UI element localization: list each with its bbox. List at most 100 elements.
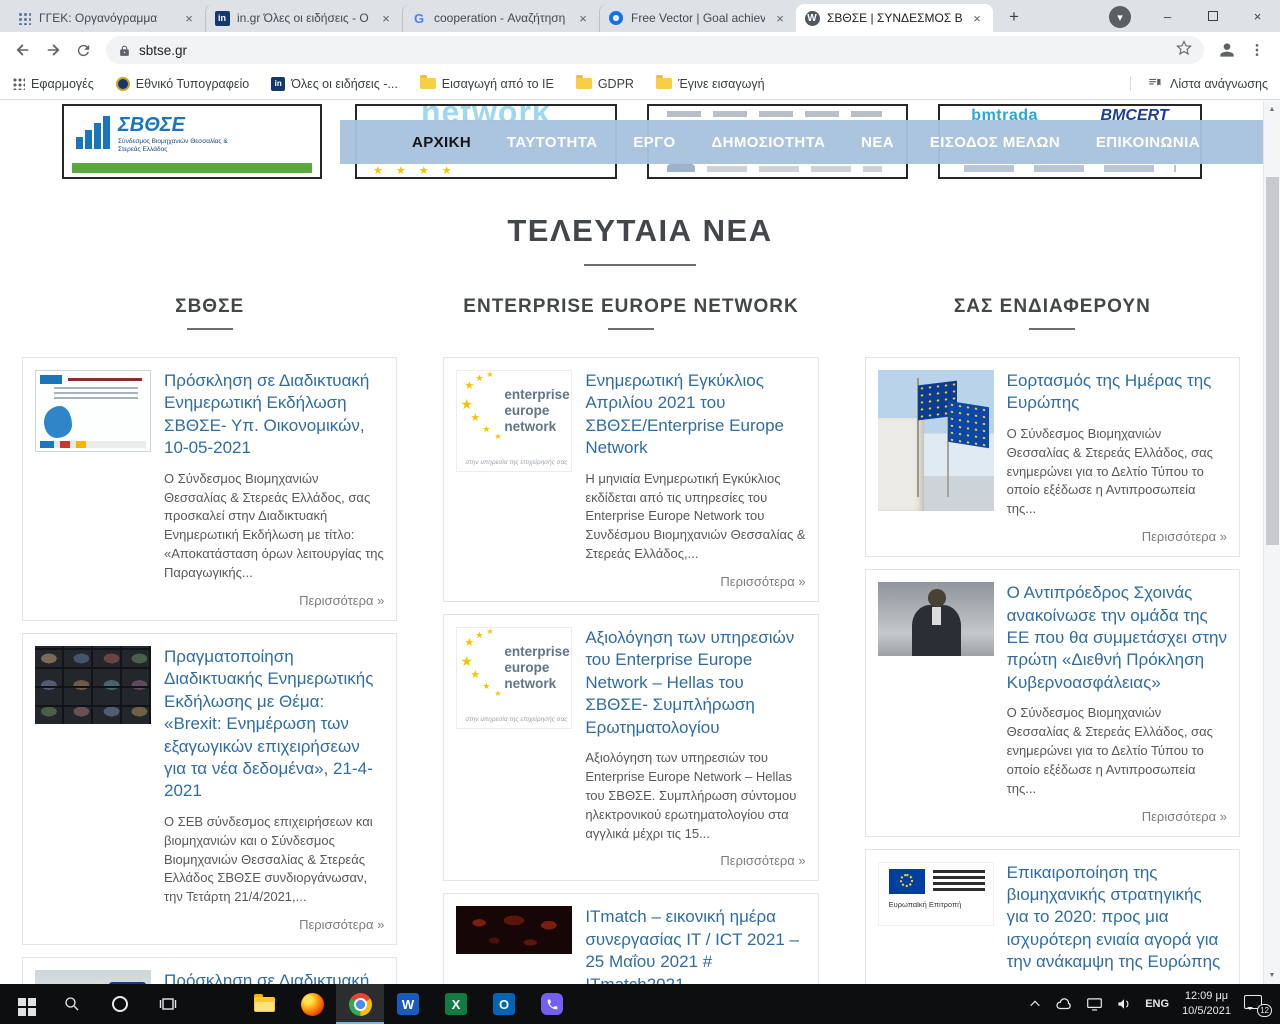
- browser-tab[interactable]: G cooperation - Αναζήτηση ×: [402, 4, 599, 32]
- firefox-icon: [300, 992, 324, 1016]
- close-button[interactable]: ×: [1235, 0, 1280, 32]
- page-scrollbar[interactable]: ▲ ▼: [1263, 101, 1280, 984]
- read-more-link[interactable]: Περισσότερα »: [164, 583, 384, 608]
- bookmark-star-icon[interactable]: [1176, 39, 1192, 61]
- outlook-icon: [493, 993, 515, 1015]
- browser-tab-strip: ΓΓΕΚ: Οργανόγραμμα × in in.gr Όλες οι ει…: [0, 0, 1280, 32]
- volume-icon[interactable]: [1116, 997, 1132, 1011]
- excel-button[interactable]: [432, 984, 480, 1024]
- maximize-button[interactable]: [1190, 0, 1235, 32]
- article-image[interactable]: enterpriseeuropenetwork στην υπηρεσία τη…: [456, 626, 573, 729]
- firefox-button[interactable]: [288, 984, 336, 1024]
- news-card: Πραγματοποίηση Διαδικτυακής Ενημερωτικής…: [22, 632, 398, 946]
- tab-close-icon[interactable]: ×: [181, 11, 197, 26]
- article-image[interactable]: [35, 645, 151, 724]
- article-title-link[interactable]: Ενημερωτική Εγκύκλιος Απριλίου 2021 του …: [585, 370, 805, 460]
- nav-item-members-login[interactable]: ΕΙΣΟΔΟΣ ΜΕΛΩΝ: [930, 134, 1060, 151]
- nav-item-home[interactable]: ΑΡΧΙΚΗ: [412, 134, 471, 151]
- site-header: ΣΒΘΣΕ Σύνδεσμος Βιομηχανιών Θεσσαλίας & …: [0, 104, 1280, 188]
- profile-avatar-icon[interactable]: [1212, 35, 1242, 65]
- bookmark-folder[interactable]: GDPR: [575, 75, 634, 91]
- article-excerpt: Αξιολόγηση των υπηρεσιών του Enterprise …: [585, 750, 797, 841]
- browser-tab-active[interactable]: W ΣΒΘΣΕ | ΣΥΝΔΕΣΜΟΣ ΒΙΟ ×: [796, 4, 993, 32]
- scroll-up-icon[interactable]: ▲: [1264, 101, 1280, 118]
- back-button[interactable]: [8, 35, 38, 65]
- read-more-link[interactable]: Περισσότερα »: [585, 843, 805, 868]
- onedrive-cloud-icon[interactable]: [1055, 997, 1073, 1011]
- article-title-link[interactable]: Πραγματοποίηση Διαδικτυακής Ενημερωτικής…: [164, 646, 384, 803]
- article-image[interactable]: Ευρωπαϊκή Επιτροπή: [877, 861, 994, 926]
- nav-item-news[interactable]: ΝΕΑ: [861, 134, 894, 151]
- chrome-button[interactable]: [336, 984, 384, 1024]
- nav-item-contact[interactable]: ΕΠΙΚΟΙΝΩΝΙΑ: [1096, 134, 1200, 151]
- news-card: Ευρωπαϊκή Επιτροπή Επικαιροποίηση της βι…: [864, 848, 1240, 984]
- article-title-link[interactable]: Εορτασμός της Ημέρας της Ευρώπης: [1007, 370, 1227, 415]
- outlook-button[interactable]: [480, 984, 528, 1024]
- word-button[interactable]: [384, 984, 432, 1024]
- minimize-button[interactable]: –: [1145, 0, 1190, 32]
- logo-subtitle: Σύνδεσμος Βιομηχανιών Θεσσαλίας & Στερεά…: [118, 138, 228, 154]
- task-view-button[interactable]: [144, 984, 192, 1024]
- address-bar[interactable]: sbtse.gr: [106, 36, 1204, 64]
- tab-search-icon[interactable]: ▾: [1109, 6, 1131, 28]
- cortana-button[interactable]: [96, 984, 144, 1024]
- bookmark-item[interactable]: in Όλες οι ειδήσεις -...: [271, 76, 398, 91]
- article-title-link[interactable]: Πρόσκληση σε Διαδικτυακή Ενημερωτική Εκδ…: [164, 970, 384, 984]
- browser-menu-kebab-icon[interactable]: [1242, 35, 1272, 65]
- new-tab-button[interactable]: +: [1001, 4, 1027, 30]
- article-title-link[interactable]: ITmatch – εικονική ημέρα συνεργασίας IT …: [585, 906, 805, 984]
- viber-button[interactable]: [528, 984, 576, 1024]
- nav-item-project[interactable]: ΕΡΓΟ: [633, 134, 675, 151]
- network-icon[interactable]: [1086, 997, 1103, 1011]
- column-heading: ΣΒΘΣΕ: [22, 296, 397, 330]
- article-image[interactable]: enterpriseeuropenetwork στην υπηρεσία τη…: [456, 370, 573, 472]
- bookmark-folder[interactable]: Εισαγωγή από το IE: [419, 75, 554, 91]
- tab-close-icon[interactable]: ×: [969, 11, 985, 26]
- scroll-down-icon[interactable]: ▼: [1264, 967, 1280, 984]
- article-image[interactable]: [35, 370, 151, 452]
- scrollbar-thumb[interactable]: [1266, 177, 1279, 545]
- news-card: enterpriseeuropenetwork στην υπηρεσία τη…: [443, 357, 819, 602]
- taskbar-search-button[interactable]: [48, 984, 96, 1024]
- article-image[interactable]: [456, 906, 573, 955]
- apps-shortcut[interactable]: Εφαρμογές: [12, 77, 94, 91]
- browser-tab[interactable]: ΓΓΕΚ: Οργανόγραμμα ×: [8, 4, 205, 32]
- browser-tab[interactable]: in in.gr Όλες οι ειδήσεις - Ο ×: [205, 4, 402, 32]
- tab-close-icon[interactable]: ×: [378, 11, 394, 26]
- reload-button[interactable]: [68, 35, 98, 65]
- article-title-link[interactable]: Επικαιροποίηση της βιομηχανικής στρατηγι…: [1007, 862, 1227, 974]
- start-button[interactable]: [0, 984, 48, 1024]
- tab-close-icon[interactable]: ×: [575, 11, 591, 26]
- file-explorer-button[interactable]: [240, 984, 288, 1024]
- article-title-link[interactable]: Ο Αντιπρόεδρος Σχοινάς ανακοίνωσε την ομ…: [1007, 582, 1227, 694]
- article-title-link[interactable]: Αξιολόγηση των υπηρεσιών του Enterprise …: [585, 627, 805, 739]
- article-excerpt: Ο Σύνδεσμος Βιομηχανιών Θεσσαλίας & Στερ…: [164, 470, 384, 580]
- nav-item-publicity[interactable]: ΔΗΜΟΣΙΟΤΗΤΑ: [711, 134, 825, 151]
- article-title-link[interactable]: Πρόσκληση σε Διαδικτυακή Ενημερωτική Εκδ…: [164, 370, 384, 460]
- taskbar-clock[interactable]: 12:09 μμ 10/5/2021: [1182, 989, 1231, 1019]
- browser-tab[interactable]: Free Vector | Goal achieve ×: [599, 4, 796, 32]
- read-more-link[interactable]: Περισσότερα »: [164, 907, 384, 932]
- article-image[interactable]: BREXIT EU: [35, 970, 151, 984]
- read-more-link[interactable]: Περισσότερα »: [1007, 799, 1227, 824]
- nav-item-identity[interactable]: ΤΑΥΤΟΤΗΤΑ: [507, 134, 598, 151]
- forward-button[interactable]: [38, 35, 68, 65]
- bookmark-folder[interactable]: Έγινε εισαγωγή: [655, 75, 765, 91]
- article-image[interactable]: [877, 582, 994, 657]
- excel-icon: [445, 993, 467, 1015]
- tab-close-icon[interactable]: ×: [772, 11, 788, 26]
- page-title: ΤΕΛΕΥΤΑΙΑ ΝΕΑ: [507, 213, 773, 248]
- tray-expand-icon[interactable]: [1028, 997, 1042, 1011]
- ec-logo-caption: Ευρωπαϊκή Επιτροπή: [888, 899, 962, 909]
- read-more-link[interactable]: Περισσότερα »: [1007, 519, 1227, 544]
- reading-list-button[interactable]: Λίστα ανάγνωσης: [1130, 76, 1268, 91]
- action-center-button[interactable]: 12: [1244, 993, 1272, 1017]
- bookmark-item[interactable]: Εθνικό Τυπογραφείο: [115, 76, 250, 91]
- bookmark-label: Εθνικό Τυπογραφείο: [135, 76, 250, 91]
- language-indicator[interactable]: ENG: [1145, 998, 1169, 1010]
- article-image[interactable]: [877, 370, 994, 511]
- sbtse-logo[interactable]: ΣΒΘΣΕ Σύνδεσμος Βιομηχανιών Θεσσαλίας & …: [62, 104, 322, 179]
- url-text[interactable]: sbtse.gr: [139, 43, 1168, 58]
- read-more-link[interactable]: Περισσότερα »: [585, 564, 805, 589]
- clock-date: 10/5/2021: [1182, 1005, 1231, 1017]
